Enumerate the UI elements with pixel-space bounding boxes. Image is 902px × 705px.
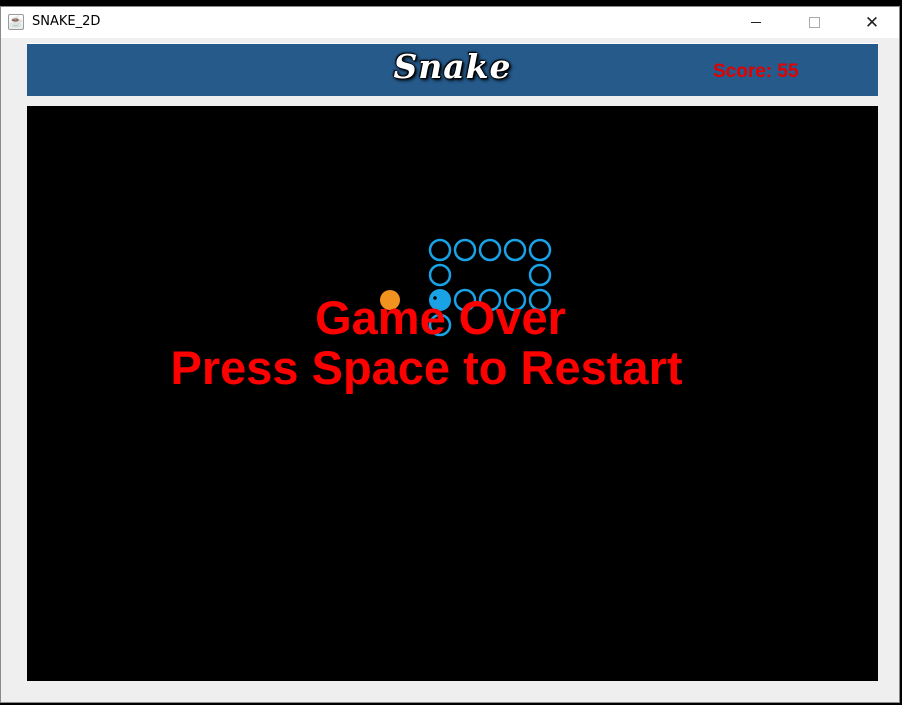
header-top-border [27, 43, 878, 44]
window-title: SNAKE_2D [32, 14, 101, 29]
snake-body-segment [503, 238, 527, 262]
java-cup-icon[interactable]: ☕ [8, 14, 24, 30]
snake-body-segment [528, 263, 552, 287]
snake-body-segment [428, 238, 452, 262]
minimize-button[interactable] [733, 7, 779, 38]
title-bar[interactable]: ☕ SNAKE_2D ✕ [1, 7, 899, 38]
game-header: Snake Score: 55 [27, 43, 878, 96]
maximize-icon [808, 17, 820, 28]
close-icon: ✕ [864, 12, 880, 33]
game-board[interactable]: Game Over Press Space to Restart [27, 106, 878, 681]
restart-instruction-text: Press Space to Restart [170, 341, 683, 394]
snake-body-segment [428, 263, 452, 287]
snake-body-segment [478, 238, 502, 262]
snake-body-segment [453, 238, 477, 262]
close-button[interactable]: ✕ [849, 7, 895, 38]
maximize-button[interactable] [791, 7, 837, 38]
minimize-icon [751, 22, 761, 23]
game-over-text: Game Over [315, 291, 566, 344]
snake-body-segment [528, 238, 552, 262]
score-label: Score: 55 [713, 61, 799, 82]
